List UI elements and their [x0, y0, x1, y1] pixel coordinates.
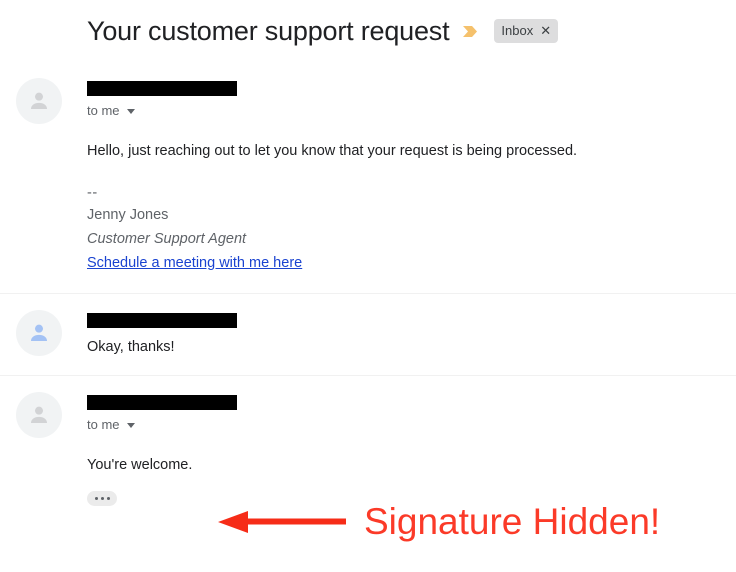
recipient-line[interactable]: to me: [87, 417, 720, 433]
signature-separator: --: [87, 185, 98, 201]
important-marker-icon[interactable]: [462, 23, 479, 40]
message-body: Hello, just reaching out to let you know…: [87, 143, 578, 159]
message-item[interactable]: to me Hello, just reaching out to let yo…: [0, 62, 736, 293]
message-body: Okay, thanks!: [87, 339, 175, 355]
chevron-down-icon[interactable]: [126, 108, 135, 114]
signature-block: -- Jenny Jones Customer Support Agent Sc…: [87, 183, 720, 275]
ellipsis-dot-icon: [94, 497, 98, 500]
label-chip-text: Inbox: [501, 23, 534, 38]
recipient-line[interactable]: to me: [87, 103, 720, 119]
message-item[interactable]: Okay, thanks!: [0, 293, 736, 375]
signature-role: Customer Support Agent: [87, 231, 247, 247]
ellipsis-dot-icon: [100, 497, 104, 500]
person-avatar-icon: [26, 402, 52, 428]
person-avatar-icon: [26, 320, 52, 346]
recipient-label: to me: [87, 103, 120, 118]
message-body: You're welcome.: [87, 457, 193, 473]
ellipsis-dot-icon: [106, 497, 110, 500]
message-thread: to me Hello, just reaching out to let yo…: [0, 62, 736, 524]
signature-name: Jenny Jones: [87, 207, 169, 223]
page-title: Your customer support request: [87, 16, 450, 46]
avatar: [16, 310, 62, 356]
sender-name-redacted: [87, 313, 237, 328]
sender-name-redacted: [87, 395, 237, 410]
label-chip-inbox[interactable]: Inbox ✕: [494, 19, 559, 43]
avatar: [16, 392, 62, 438]
annotation-label: Signature Hidden!: [364, 501, 661, 542]
close-icon[interactable]: ✕: [540, 24, 551, 37]
recipient-label: to me: [87, 417, 120, 432]
subject-header: Your customer support request Inbox ✕: [0, 0, 736, 50]
chevron-down-icon[interactable]: [126, 422, 135, 428]
show-trimmed-content-button[interactable]: [87, 491, 117, 506]
sender-name-redacted: [87, 81, 237, 96]
person-avatar-icon: [26, 88, 52, 114]
signature-link[interactable]: Schedule a meeting with me here: [87, 251, 302, 275]
avatar: [16, 78, 62, 124]
